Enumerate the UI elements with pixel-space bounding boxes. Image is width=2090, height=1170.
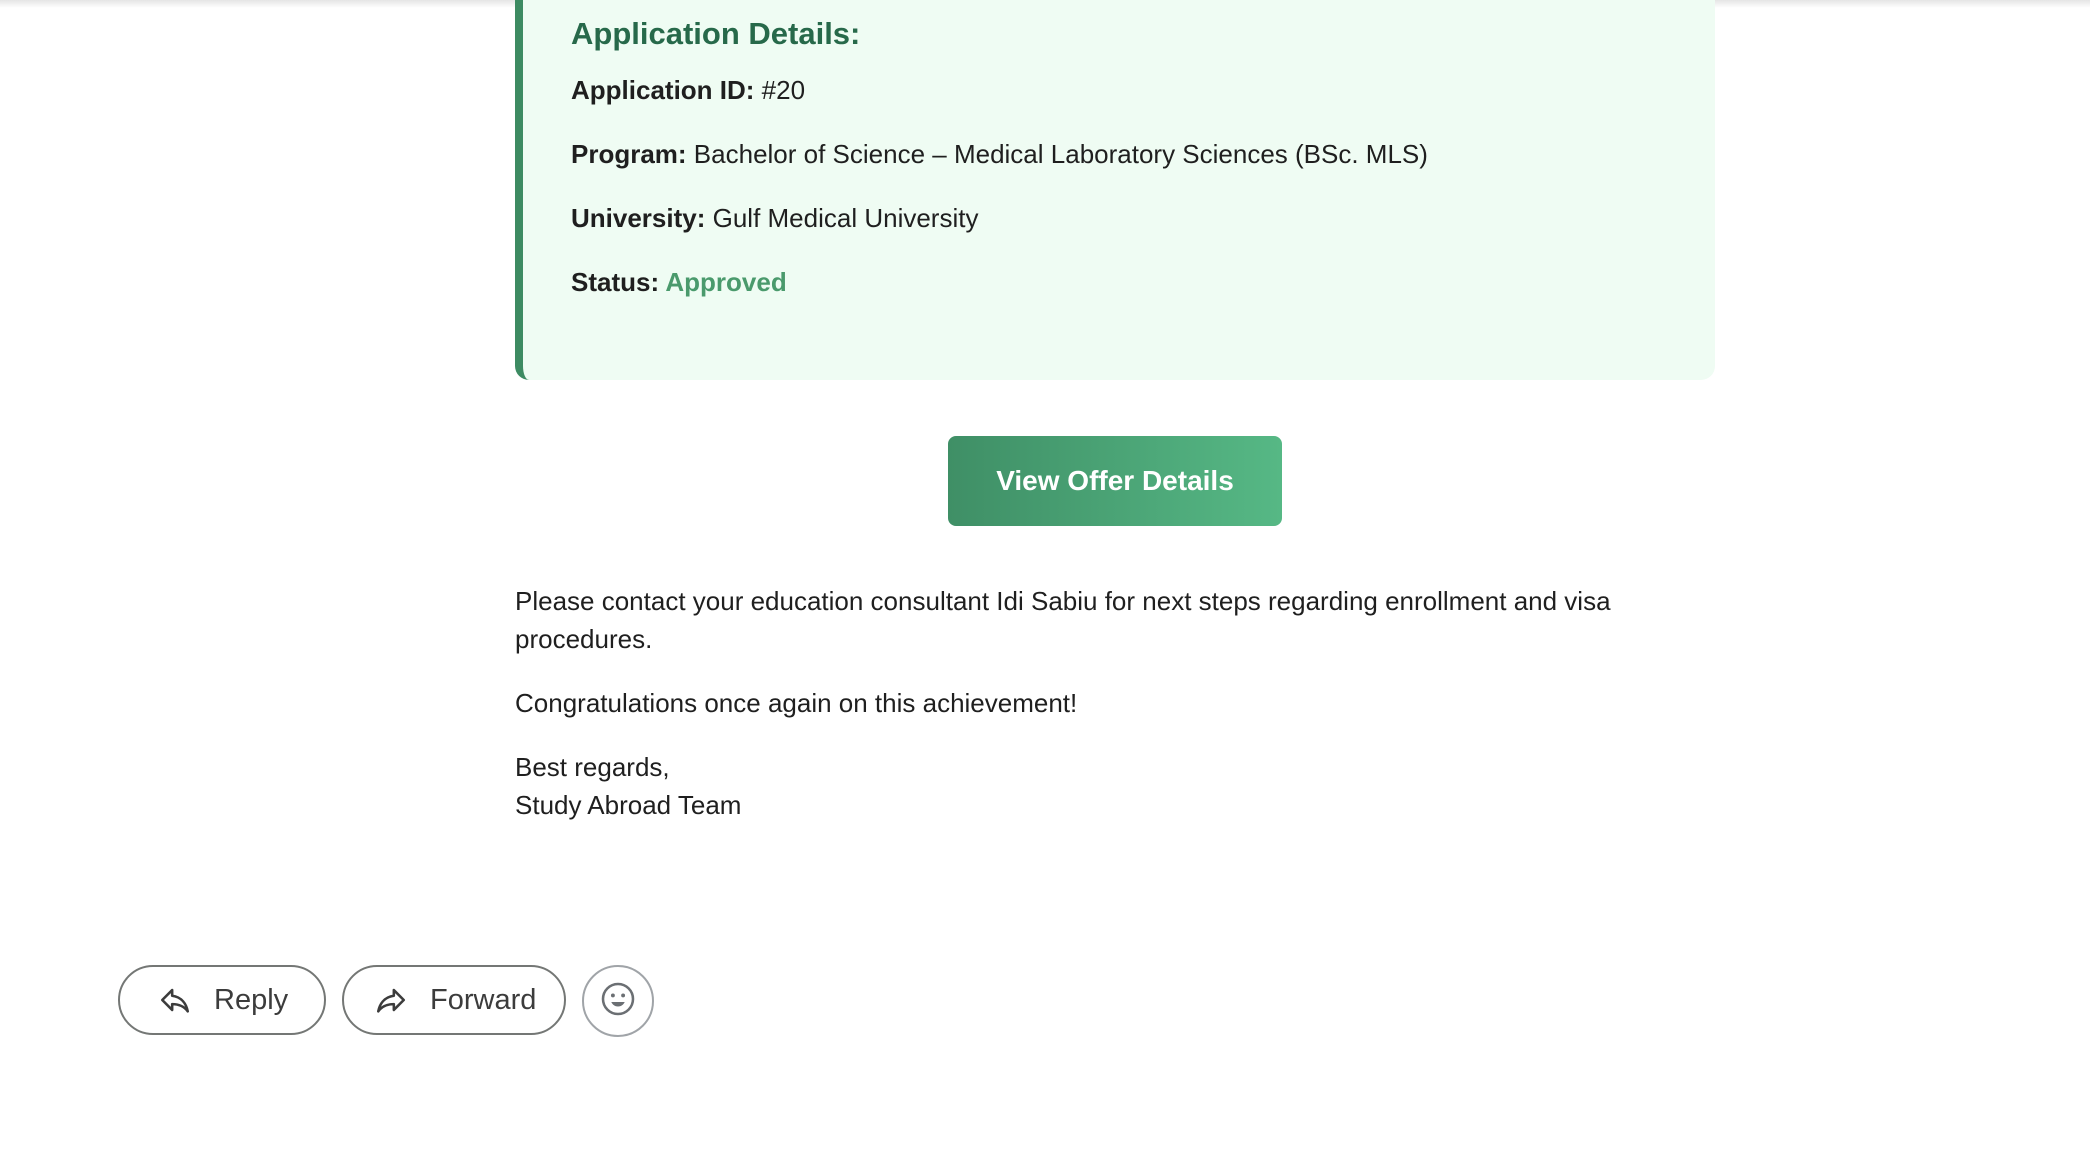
university-label: University: bbox=[571, 203, 706, 233]
program-value: Bachelor of Science – Medical Laboratory… bbox=[686, 139, 1428, 169]
status-badge: Approved bbox=[659, 267, 787, 297]
status-label: Status: bbox=[571, 267, 660, 297]
view-offer-details-button[interactable]: View Offer Details bbox=[948, 436, 1282, 526]
reply-arrow-icon bbox=[158, 983, 192, 1017]
application-id-row: Application ID: #20 bbox=[571, 72, 805, 108]
congratulations-paragraph: Congratulations once again on this achie… bbox=[515, 688, 1078, 718]
university-row: University: Gulf Medical University bbox=[571, 200, 978, 236]
program-row: Program: Bachelor of Science – Medical L… bbox=[571, 136, 1428, 172]
program-label: Program: bbox=[571, 139, 687, 169]
emoji-reaction-button[interactable] bbox=[582, 965, 654, 1037]
status-row: Status: Approved bbox=[571, 264, 787, 300]
smiley-icon bbox=[600, 981, 636, 1022]
forward-button[interactable]: Forward bbox=[342, 965, 566, 1035]
application-id-value: #20 bbox=[754, 75, 806, 105]
details-title: Application Details: bbox=[571, 16, 861, 51]
signoff-block: Best regards, Study Abroad Team bbox=[515, 748, 1665, 824]
signoff-greeting: Best regards, bbox=[515, 752, 670, 782]
reply-button[interactable]: Reply bbox=[118, 965, 326, 1035]
application-details-card: Application Details: Application ID: #20… bbox=[515, 0, 1715, 380]
forward-label: Forward bbox=[430, 983, 537, 1016]
consultant-paragraph: Please contact your education consultant… bbox=[515, 586, 1611, 654]
reply-label: Reply bbox=[214, 983, 289, 1016]
forward-arrow-icon bbox=[374, 983, 408, 1017]
application-id-label: Application ID: bbox=[571, 75, 755, 105]
university-value: Gulf Medical University bbox=[705, 203, 979, 233]
signoff-sender: Study Abroad Team bbox=[515, 790, 742, 820]
